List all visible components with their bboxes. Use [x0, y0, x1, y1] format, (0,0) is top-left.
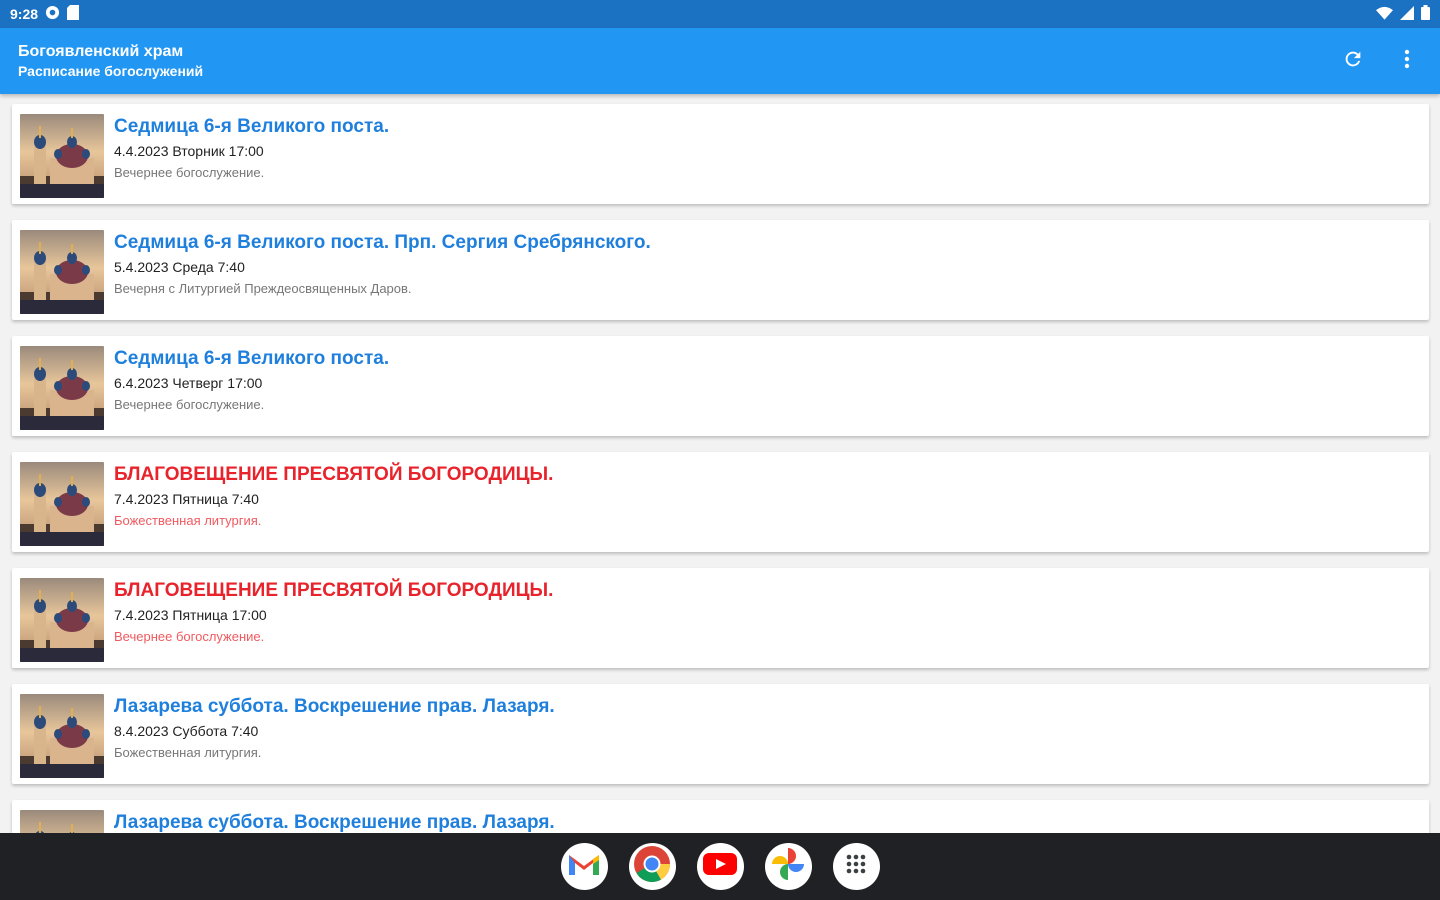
service-datetime: 7.4.2023 Пятница 17:00 [114, 607, 267, 623]
church-thumbnail [20, 114, 104, 198]
service-datetime: 4.4.2023 Вторник 17:00 [114, 143, 264, 159]
service-title: Седмица 6-я Великого поста. Прп. Сергия … [114, 232, 651, 253]
dock-youtube[interactable] [696, 843, 744, 890]
church-thumbnail [20, 346, 104, 430]
schedule-item[interactable]: БЛАГОВЕЩЕНИЕ ПРЕСВЯТОЙ БОГОРОДИЦЫ. 7.4.20… [12, 568, 1429, 668]
app-bar: Богоявленский храм Расписание богослужен… [0, 28, 1440, 94]
service-datetime: 8.4.2023 Суббота 7:40 [114, 723, 259, 739]
schedule-item[interactable]: Лазарева суббота. Воскрешение прав. Лаза… [12, 800, 1429, 833]
service-datetime: 6.4.2023 Четверг 17:00 [114, 375, 263, 391]
schedule-item[interactable]: Седмица 6-я Великого поста. Прп. Сергия … [12, 220, 1429, 320]
gmail-icon [567, 851, 601, 882]
service-description: Вечернее богослужение. [114, 397, 265, 412]
service-datetime: 5.4.2023 Среда 7:40 [114, 259, 245, 275]
refresh-button[interactable] [1340, 48, 1366, 74]
signal-icon [1400, 5, 1414, 23]
dock-gmail[interactable] [560, 843, 608, 890]
church-thumbnail [20, 694, 104, 778]
service-title: БЛАГОВЕЩЕНИЕ ПРЕСВЯТОЙ БОГОРОДИЦЫ. [114, 580, 554, 601]
service-title: Лазарева суббота. Воскрешение прав. Лаза… [114, 812, 555, 833]
app-bar-titles: Богоявленский храм Расписание богослужен… [18, 42, 203, 80]
more-options-button[interactable] [1394, 48, 1420, 74]
app-title: Богоявленский храм [18, 43, 184, 60]
dock-photos[interactable] [764, 843, 812, 890]
more-vert-icon [1404, 48, 1410, 75]
app-drawer-icon [845, 853, 867, 880]
service-description: Божественная литургия. [114, 745, 262, 760]
taskbar-dock [0, 833, 1440, 900]
service-title: Седмица 6-я Великого поста. [114, 116, 390, 137]
chrome-icon [632, 844, 672, 889]
service-title: Лазарева суббота. Воскрешение прав. Лаза… [114, 696, 555, 717]
schedule-item[interactable]: БЛАГОВЕЩЕНИЕ ПРЕСВЯТОЙ БОГОРОДИЦЫ. 7.4.20… [12, 452, 1429, 552]
app-subtitle: Расписание богослужений [18, 63, 204, 79]
service-description: Вечерня с Литургией Преждеосвященных Дар… [114, 281, 412, 296]
dock-chrome[interactable] [628, 843, 676, 890]
refresh-icon [1342, 48, 1364, 75]
service-description: Вечернее богослужение. [114, 629, 265, 644]
service-title: Седмица 6-я Великого поста. [114, 348, 390, 369]
service-description: Божественная литургия. [114, 513, 262, 528]
status-bar: 9:28 [0, 0, 1440, 28]
clock: 9:28 [10, 6, 39, 22]
service-datetime: 7.4.2023 Пятница 7:40 [114, 491, 259, 507]
church-thumbnail [20, 810, 104, 833]
church-thumbnail [20, 230, 104, 314]
settings-icon [45, 5, 60, 23]
service-title: БЛАГОВЕЩЕНИЕ ПРЕСВЯТОЙ БОГОРОДИЦЫ. [114, 464, 554, 485]
youtube-icon [703, 851, 737, 882]
schedule-item[interactable]: Седмица 6-я Великого поста. 6.4.2023 Четв… [12, 336, 1429, 436]
church-thumbnail [20, 578, 104, 662]
service-description: Вечернее богослужение. [114, 165, 265, 180]
battery-icon [1421, 5, 1430, 23]
schedule-item[interactable]: Седмица 6-я Великого поста. 4.4.2023 Втор… [12, 104, 1429, 204]
schedule-list[interactable]: Седмица 6-я Великого поста. 4.4.2023 Втор… [0, 94, 1440, 833]
sd-card-icon [67, 5, 80, 23]
photos-icon [770, 846, 806, 887]
dock-app-drawer[interactable] [832, 843, 880, 890]
church-thumbnail [20, 462, 104, 546]
schedule-item[interactable]: Лазарева суббота. Воскрешение прав. Лаза… [12, 684, 1429, 784]
wifi-icon [1376, 6, 1393, 23]
